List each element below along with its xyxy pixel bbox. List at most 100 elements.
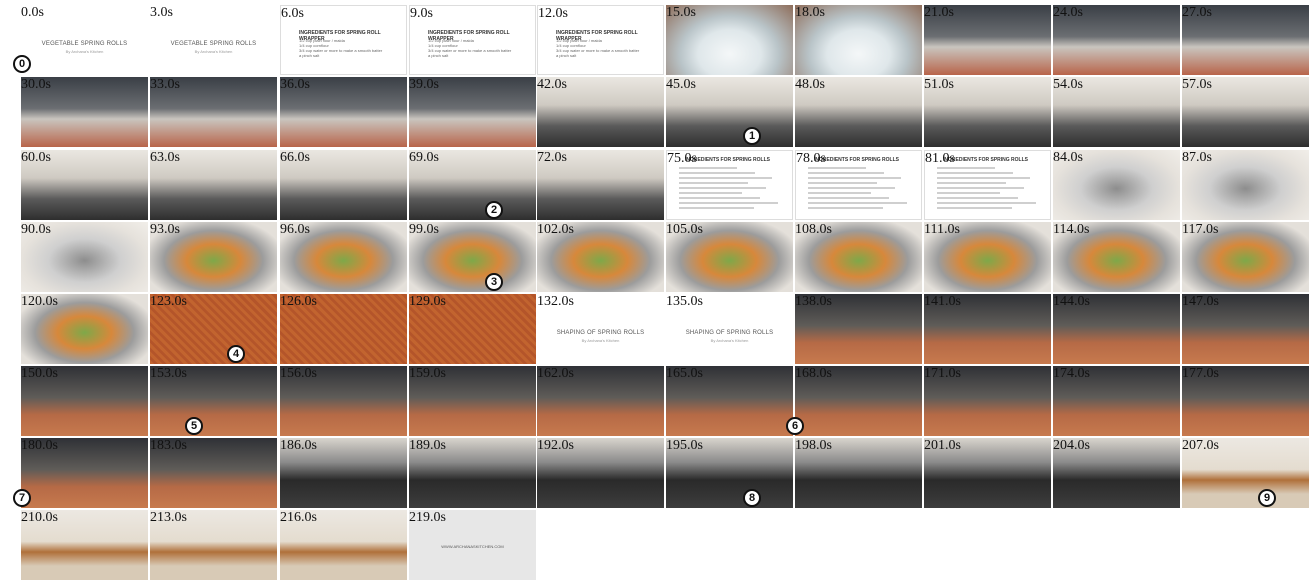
frame-timestamp: 18.0s — [795, 5, 825, 20]
frame-timestamp: 189.0s — [409, 438, 446, 453]
frame-timestamp: 144.0s — [1053, 294, 1090, 309]
video-frame: 90.0s — [21, 222, 148, 292]
video-frame: INGREDIENTS FOR SPRING ROLL WRAPPER 1/2 c… — [409, 5, 536, 75]
ingredient-list — [937, 167, 1042, 212]
frame-timestamp: 78.0s — [796, 151, 826, 166]
frame-timestamp: 135.0s — [666, 294, 703, 309]
video-frame: 183.0s — [150, 438, 277, 508]
video-frame: 171.0s — [924, 366, 1051, 436]
video-frame: 126.0s — [280, 294, 407, 364]
frame-timestamp: 192.0s — [537, 438, 574, 453]
video-frame: 120.0s — [21, 294, 148, 364]
frame-timestamp: 183.0s — [150, 438, 187, 453]
frame-timestamp: 69.0s — [409, 150, 439, 165]
frame-timestamp: 0.0s — [21, 5, 44, 20]
video-frame: SHAPING OF SPRING ROLLS By Archana's Kitc… — [666, 294, 793, 364]
frame-timestamp: 195.0s — [666, 438, 703, 453]
frame-timestamp: 174.0s — [1053, 366, 1090, 381]
slide-byline: By Archana's Kitchen — [581, 338, 620, 343]
video-frame: WWW.ARCHANASKITCHEN.COM 219.0s — [409, 510, 536, 580]
frame-timestamp: 216.0s — [280, 510, 317, 525]
frame-timestamp: 126.0s — [280, 294, 317, 309]
frame-timestamp: 177.0s — [1182, 366, 1219, 381]
video-frame: 141.0s — [924, 294, 1051, 364]
video-frame: 21.0s — [924, 5, 1051, 75]
step-marker: 5 — [185, 417, 203, 435]
website-url: WWW.ARCHANASKITCHEN.COM — [441, 544, 504, 549]
video-frame: 96.0s — [280, 222, 407, 292]
video-frame: 24.0s — [1053, 5, 1180, 75]
frame-timestamp: 186.0s — [280, 438, 317, 453]
video-frame: 210.0s — [21, 510, 148, 580]
video-frame: 213.0s — [150, 510, 277, 580]
ingredients-heading: INGREDIENTS FOR SPRING ROLLS — [943, 157, 1029, 163]
frame-timestamp: 75.0s — [667, 151, 697, 166]
video-frame: 18.0s — [795, 5, 922, 75]
frame-timestamp: 132.0s — [537, 294, 574, 309]
video-frame: 189.0s — [409, 438, 536, 508]
slide-byline: By Archana's Kitchen — [65, 49, 104, 54]
frame-timestamp: 12.0s — [538, 6, 568, 21]
frame-timestamp: 201.0s — [924, 438, 961, 453]
video-frame: INGREDIENTS FOR SPRING ROLL WRAPPER 1/2 c… — [280, 5, 407, 75]
video-frame: 216.0s — [280, 510, 407, 580]
video-frame: 57.0s — [1182, 77, 1309, 147]
frame-timestamp: 213.0s — [150, 510, 187, 525]
frame-timestamp: 48.0s — [795, 77, 825, 92]
frame-timestamp: 45.0s — [666, 77, 696, 92]
video-frame: 48.0s — [795, 77, 922, 147]
frame-timestamp: 159.0s — [409, 366, 446, 381]
ingredients-heading: INGREDIENTS FOR SPRING ROLLS — [814, 157, 900, 163]
video-frame: 54.0s — [1053, 77, 1180, 147]
frame-timestamp: 93.0s — [150, 222, 180, 237]
video-frame: INGREDIENTS FOR SPRING ROLLS 75.0s — [666, 150, 793, 220]
frame-timestamp: 102.0s — [537, 222, 574, 237]
video-frame: 138.0s — [795, 294, 922, 364]
video-frame: 207.0s — [1182, 438, 1309, 508]
video-frame: 42.0s — [537, 77, 664, 147]
video-frame: 39.0s — [409, 77, 536, 147]
frame-timestamp: 114.0s — [1053, 222, 1090, 237]
video-frame: 174.0s — [1053, 366, 1180, 436]
video-frame: 156.0s — [280, 366, 407, 436]
frame-timestamp: 117.0s — [1182, 222, 1219, 237]
ingredient-line: a pinch salt — [428, 53, 449, 58]
video-frame: 144.0s — [1053, 294, 1180, 364]
frame-timestamp: 33.0s — [150, 77, 180, 92]
video-frame: 51.0s — [924, 77, 1051, 147]
frame-timestamp: 63.0s — [150, 150, 180, 165]
ingredient-list — [679, 167, 784, 212]
frame-timestamp: 90.0s — [21, 222, 51, 237]
step-marker: 8 — [743, 489, 761, 507]
frame-timestamp: 111.0s — [924, 222, 960, 237]
video-frame: 99.0s — [409, 222, 536, 292]
video-frame: SHAPING OF SPRING ROLLS By Archana's Kitc… — [537, 294, 664, 364]
frame-timestamp: 120.0s — [21, 294, 58, 309]
frame-timestamp: 171.0s — [924, 366, 961, 381]
frame-timestamp: 153.0s — [150, 366, 187, 381]
video-frame: 192.0s — [537, 438, 664, 508]
frame-timestamp: 66.0s — [280, 150, 310, 165]
frame-timestamp: 42.0s — [537, 77, 567, 92]
video-frame: 84.0s — [1053, 150, 1180, 220]
video-frame: 27.0s — [1182, 5, 1309, 75]
frame-timestamp: 36.0s — [280, 77, 310, 92]
video-frame: 201.0s — [924, 438, 1051, 508]
video-frame: INGREDIENTS FOR SPRING ROLLS 81.0s — [924, 150, 1051, 220]
frame-timestamp: 156.0s — [280, 366, 317, 381]
frame-timestamp: 57.0s — [1182, 77, 1212, 92]
step-marker: 6 — [786, 417, 804, 435]
video-frame: 168.0s — [795, 366, 922, 436]
frame-timestamp: 24.0s — [1053, 5, 1083, 20]
frame-timestamp: 207.0s — [1182, 438, 1219, 453]
frame-timestamp: 129.0s — [409, 294, 446, 309]
frame-timestamp: 180.0s — [21, 438, 58, 453]
slide-title: VEGETABLE SPRING ROLLS — [41, 41, 128, 47]
frame-timestamp: 27.0s — [1182, 5, 1212, 20]
video-frame: 147.0s — [1182, 294, 1309, 364]
video-frame: 63.0s — [150, 150, 277, 220]
video-frame: VEGETABLE SPRING ROLLS By Archana's Kitch… — [150, 5, 277, 75]
frame-timestamp: 84.0s — [1053, 150, 1083, 165]
video-frame: INGREDIENTS FOR SPRING ROLLS 78.0s — [795, 150, 922, 220]
video-frame: 123.0s — [150, 294, 277, 364]
